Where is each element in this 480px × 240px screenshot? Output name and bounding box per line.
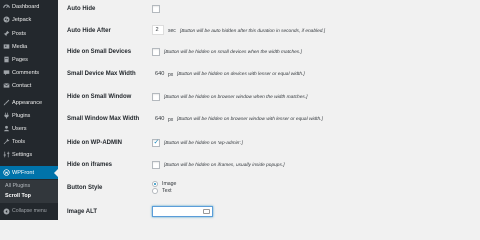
submenu-item-all-plugins[interactable]: All Plugins: [5, 183, 30, 189]
hide-small-devices-checkbox[interactable]: [152, 48, 160, 56]
sidebar-item-label: Dashboard: [12, 3, 40, 10]
hide-wp-admin-description: [Button will be hidden on 'wp-admin'.]: [164, 140, 243, 146]
small-window-max-width-input[interactable]: 640: [155, 116, 164, 122]
sidebar-item-label: WPFront: [12, 169, 35, 176]
sidebar-item-plugins[interactable]: Plugins: [0, 109, 58, 122]
auto-hide-after-input[interactable]: 2: [152, 25, 164, 35]
hide-wp-admin-label: Hide on WP-ADMIN: [67, 140, 122, 146]
admin-sidebar: Dashboard Jetpack Posts Media Pages Comm…: [0, 0, 58, 220]
submenu-item-scroll-top[interactable]: Scroll Top: [5, 193, 31, 199]
sidebar-item-label: Pages: [12, 56, 28, 63]
dashboard-icon: [0, 3, 12, 10]
sidebar-item-label: Contact: [12, 82, 32, 89]
small-device-max-width-unit: px: [168, 71, 174, 78]
sidebar-item-posts[interactable]: Posts: [0, 27, 58, 40]
sidebar-item-comments[interactable]: Comments: [0, 66, 58, 79]
auto-hide-label: Auto Hide: [67, 6, 96, 12]
pin-icon: [0, 30, 12, 37]
comment-icon: [0, 69, 12, 76]
button-style-image-radio[interactable]: [152, 181, 158, 187]
wrench-icon: [0, 138, 12, 145]
button-style-text-label: Text: [162, 188, 172, 194]
sidebar-item-label: Settings: [12, 151, 33, 158]
hide-small-window-label: Hide on Small Window: [67, 94, 132, 100]
jetpack-icon: [0, 16, 12, 23]
page-icon: [0, 56, 12, 63]
collapse-menu-label: Collapse menu: [12, 208, 47, 214]
collapse-menu-button[interactable]: Collapse menu: [0, 205, 47, 217]
sidebar-item-label: Jetpack: [12, 16, 32, 23]
radio-selected-dot: [154, 183, 156, 185]
hide-small-window-description: [Button will be hidden on browser window…: [164, 94, 308, 100]
media-icon: [0, 43, 12, 50]
sidebar-item-label: Plugins: [12, 112, 31, 119]
sidebar-item-label: Comments: [12, 69, 40, 76]
hide-iframes-checkbox[interactable]: [152, 161, 160, 169]
sidebar-item-label: Posts: [12, 30, 26, 37]
hide-iframes-label: Hide on iframes: [67, 162, 113, 168]
brush-icon: [0, 99, 12, 106]
keyboard-icon[interactable]: [203, 209, 210, 214]
auto-hide-after-description: [Button will be auto hidden after this d…: [180, 28, 326, 34]
hide-small-devices-description: [Button will be hidden on small devices …: [164, 49, 302, 55]
small-window-max-width-description: [Button will be hidden on browser window…: [177, 117, 323, 122]
sidebar-item-contact[interactable]: Contact: [0, 79, 58, 92]
user-icon: [0, 125, 12, 132]
sidebar-item-pages[interactable]: Pages: [0, 53, 58, 66]
small-window-max-width-unit: px: [168, 116, 174, 123]
auto-hide-after-label: Auto Hide After: [67, 28, 111, 34]
hide-small-devices-label: Hide on Small Devices: [67, 49, 132, 55]
sidebar-item-label: Tools: [12, 138, 26, 145]
plugin-icon: [0, 112, 12, 119]
auto-hide-checkbox[interactable]: [152, 5, 160, 13]
hide-iframes-description: [Button will be hidden on iframes, usual…: [164, 162, 285, 168]
sidebar-item-media[interactable]: Media: [0, 40, 58, 53]
sidebar-item-tools[interactable]: Tools: [0, 135, 58, 148]
hide-small-window-checkbox[interactable]: [152, 93, 160, 101]
sidebar-item-jetpack[interactable]: Jetpack: [0, 13, 58, 26]
auto-hide-after-unit: sec: [168, 28, 176, 34]
button-style-text-radio[interactable]: [152, 188, 158, 194]
image-alt-input[interactable]: [152, 206, 213, 217]
sidebar-item-label: Users: [12, 125, 27, 132]
button-style-label: Button Style: [67, 185, 103, 191]
sidebar-item-settings[interactable]: Settings: [0, 148, 58, 161]
sidebar-item-label: Appearance: [12, 99, 43, 106]
submenu: All Plugins Scroll Top: [0, 180, 58, 203]
image-alt-label: Image ALT: [67, 209, 98, 215]
sidebar-item-users[interactable]: Users: [0, 122, 58, 135]
hide-wp-admin-checkbox[interactable]: ✓: [152, 139, 160, 147]
sidebar-item-appearance[interactable]: Appearance: [0, 96, 58, 109]
mail-icon: [0, 82, 12, 89]
sidebar-item-label: Media: [12, 43, 28, 50]
small-device-max-width-input[interactable]: 640: [155, 71, 164, 77]
small-device-max-width-label: Small Device Max Width: [67, 71, 136, 77]
wpfront-icon: [0, 169, 12, 176]
checkmark-icon: ✓: [153, 138, 160, 146]
small-window-max-width-label: Small Window Max Width: [67, 116, 140, 122]
settings-form: Auto Hide Auto Hide After 2 sec [Button …: [58, 0, 480, 220]
sidebar-item-wpfront[interactable]: WPFront: [0, 166, 58, 179]
button-style-image-label: Image: [162, 181, 177, 187]
settings-icon: [0, 151, 12, 158]
sidebar-item-dashboard[interactable]: Dashboard: [0, 0, 58, 13]
collapse-arrow-icon: [0, 208, 12, 215]
small-device-max-width-description: [Button will be hidden on devices with l…: [177, 72, 305, 77]
